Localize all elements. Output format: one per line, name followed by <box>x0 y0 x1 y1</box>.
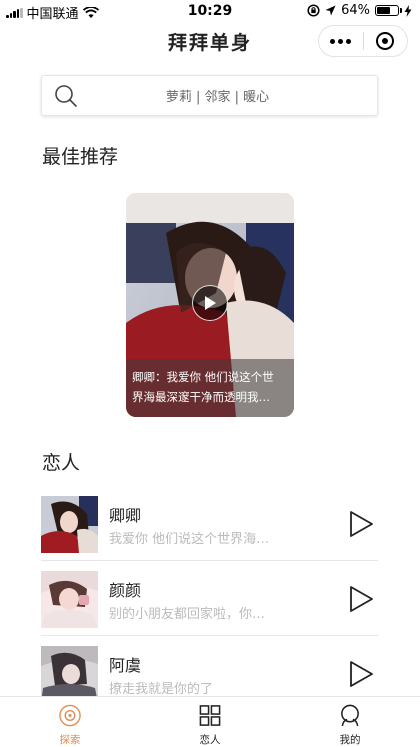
battery-icon <box>375 5 402 16</box>
tab-bar: 探索 恋人 我的 <box>0 696 420 747</box>
item-subtitle: 我爱你 他们说这个世界海… <box>109 532 270 547</box>
more-button[interactable] <box>319 26 363 56</box>
more-dot-icon <box>330 38 336 44</box>
featured-section-title: 最佳推荐 <box>42 146 119 168</box>
item-name: 阿虞 <box>109 656 142 675</box>
divider <box>41 560 378 561</box>
play-button[interactable] <box>192 285 228 321</box>
caption-line: 卿卿：我爱你 他们说这个世 <box>132 370 274 384</box>
charging-bolt-icon <box>404 4 412 17</box>
status-right: 64% <box>307 3 412 18</box>
lovers-section-title: 恋人 <box>42 452 81 474</box>
miniprogram-capsule <box>318 25 408 57</box>
search-bar[interactable]: 萝莉 | 邻家 | 暖心 <box>41 75 378 116</box>
close-miniprogram-button[interactable] <box>364 26 408 56</box>
search-icon <box>55 84 77 107</box>
tab-label: 我的 <box>339 734 361 746</box>
battery-fill <box>377 7 390 14</box>
play-icon <box>205 296 216 310</box>
avatar <box>41 496 98 553</box>
list-item[interactable]: 卿卿 我爱你 他们说这个世界海… <box>41 496 378 558</box>
more-dot-icon <box>338 38 344 44</box>
compass-icon <box>59 704 81 727</box>
tab-label: 探索 <box>59 734 81 746</box>
avatar <box>41 646 98 703</box>
item-name: 颜颜 <box>109 581 142 600</box>
caption-line: 界海最深邃干净而透明我… <box>132 390 270 404</box>
tab-lovers[interactable]: 恋人 <box>140 697 280 747</box>
target-icon <box>376 32 395 50</box>
featured-card[interactable]: 卿卿：我爱你 他们说这个世 界海最深邃干净而透明我… <box>126 193 294 417</box>
person-icon <box>341 704 359 727</box>
grid-icon <box>199 705 221 726</box>
play-icon[interactable] <box>348 585 374 613</box>
orientation-lock-icon <box>307 4 320 17</box>
tab-label: 恋人 <box>199 734 221 746</box>
search-placeholder: 萝莉 | 邻家 | 暖心 <box>165 90 270 105</box>
divider <box>41 635 378 636</box>
tab-explore[interactable]: 探索 <box>0 697 140 747</box>
avatar <box>41 571 98 628</box>
play-icon[interactable] <box>348 660 374 688</box>
battery-percent: 64% <box>341 3 370 18</box>
item-subtitle: 别的小朋友都回家啦，你… <box>109 607 266 622</box>
item-subtitle: 撩走我就是你的了 <box>109 682 214 697</box>
location-arrow-icon <box>325 5 336 16</box>
status-bar: 中国联通 10:29 64% <box>0 0 420 22</box>
play-icon[interactable] <box>348 510 374 538</box>
list-item[interactable]: 颜颜 别的小朋友都回家啦，你… <box>41 571 378 633</box>
item-name: 卿卿 <box>109 506 142 525</box>
tab-mine[interactable]: 我的 <box>280 697 420 747</box>
more-dot-icon <box>346 38 352 44</box>
featured-caption: 卿卿：我爱你 他们说这个世 界海最深邃干净而透明我… <box>126 359 294 417</box>
